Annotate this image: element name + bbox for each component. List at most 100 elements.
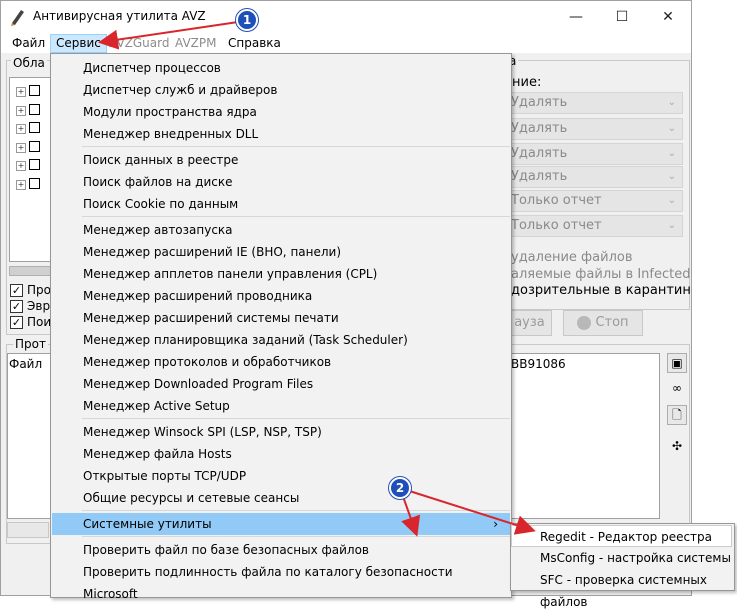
- chevron-down-icon: ⌄: [667, 171, 676, 182]
- menu-item[interactable]: Модули пространства ядра: [52, 101, 510, 123]
- menu-item-system-utilities[interactable]: Системные утилиты ›: [52, 513, 510, 535]
- combo-value: Только отчет: [511, 218, 602, 233]
- step-badge-1: 1: [236, 9, 258, 31]
- menu-separator: [82, 418, 510, 419]
- submenu-item-sfc[interactable]: SFC - проверка системных файлов: [512, 569, 733, 609]
- checkbox-icon[interactable]: ✓: [10, 300, 23, 313]
- horizontal-scrollbar[interactable]: [9, 266, 54, 276]
- combo-value: Удалять: [511, 121, 568, 136]
- menu-item[interactable]: Менеджер внедренных DLL: [52, 123, 510, 145]
- combo-value: Только отчет: [511, 193, 602, 208]
- protocol-label: Прот: [13, 337, 48, 351]
- action-combo[interactable]: Удалять ⌄: [505, 166, 683, 188]
- expand-icon[interactable]: +: [16, 180, 26, 190]
- menu-item[interactable]: Менеджер протоколов и обработчиков: [52, 351, 510, 373]
- drive-tree[interactable]: + + + + + +: [9, 77, 54, 262]
- menu-avzpm[interactable]: AVZPM: [170, 34, 221, 53]
- combo-value: Удалять: [511, 146, 568, 161]
- tree-checkbox[interactable]: [29, 104, 40, 115]
- menu-item[interactable]: Поиск Cookie по данным: [52, 193, 510, 215]
- menu-item[interactable]: Менеджер Active Setup: [52, 395, 510, 417]
- menu-item[interactable]: Диспетчер служб и драйверов: [52, 79, 510, 101]
- option-label: Эвр: [27, 299, 51, 313]
- window-title: Антивирусная утилита AVZ: [33, 9, 206, 23]
- action-label: ние:: [512, 75, 542, 90]
- tree-checkbox[interactable]: [29, 159, 40, 170]
- menu-service[interactable]: Сервис: [50, 34, 107, 53]
- checkbox-icon[interactable]: ✓: [10, 316, 23, 329]
- step-badge-2: 2: [389, 477, 411, 499]
- menu-avzguard[interactable]: AVZGuard: [104, 34, 174, 53]
- log-text: BB91086: [511, 357, 566, 371]
- menu-item[interactable]: Проверить подлинность файла по каталогу …: [52, 561, 510, 601]
- network-button[interactable]: ✣: [667, 437, 687, 457]
- pause-button[interactable]: ауза: [507, 310, 552, 336]
- menu-bar: Файл Сервис AVZGuard AVZPM Справка: [1, 34, 691, 53]
- menu-item[interactable]: Общие ресурсы и сетевые сеансы: [52, 487, 510, 509]
- chevron-down-icon: ⌄: [667, 220, 676, 231]
- option-text[interactable]: дозрительные в карантин: [511, 283, 691, 298]
- file-label: Файл: [9, 357, 43, 371]
- system-utilities-submenu: Regedit - Редактор реестра MsConfig - на…: [510, 523, 735, 609]
- chevron-down-icon: ⌄: [667, 148, 676, 159]
- maximize-button[interactable]: ☐: [599, 1, 645, 33]
- menu-item[interactable]: Открытые порты TCP/UDP: [52, 465, 510, 487]
- chevron-down-icon: ⌄: [667, 97, 676, 108]
- app-icon: [11, 10, 24, 26]
- option-label: Пои: [27, 315, 52, 329]
- action-combo[interactable]: Удалять ⌄: [505, 92, 683, 114]
- action-combo[interactable]: Удалять ⌄: [505, 118, 683, 140]
- menu-item[interactable]: Поиск файлов на диске: [52, 171, 510, 193]
- menu-item[interactable]: Поиск данных в реестре: [52, 149, 510, 171]
- expand-icon[interactable]: +: [16, 106, 26, 116]
- service-dropdown-menu: Диспетчер процессов Диспетчер служб и дра…: [50, 53, 512, 601]
- menu-item[interactable]: Менеджер Winsock SPI (LSP, NSP, TSP): [52, 421, 510, 443]
- tree-checkbox[interactable]: [29, 178, 40, 189]
- expand-icon[interactable]: +: [16, 87, 26, 97]
- minimize-button[interactable]: —: [553, 1, 599, 33]
- chevron-down-icon: ⌄: [667, 195, 676, 206]
- menu-item[interactable]: Менеджер расширений IE (BHO, панели): [52, 241, 510, 263]
- menu-item[interactable]: Проверить файл по базе безопасных файлов: [52, 539, 510, 561]
- document-icon: 🗋: [672, 408, 682, 422]
- menu-item[interactable]: Менеджер планировщика заданий (Task Sche…: [52, 329, 510, 351]
- option-label: Про: [27, 283, 51, 297]
- option-text[interactable]: аляемые файлы в Infected: [511, 267, 690, 282]
- new-doc-button[interactable]: 🗋: [667, 405, 687, 425]
- menu-separator: [82, 510, 510, 511]
- action-combo[interactable]: Только отчет ⌄: [505, 190, 683, 212]
- expand-icon[interactable]: +: [16, 143, 26, 153]
- checkbox-icon[interactable]: ✓: [10, 284, 23, 297]
- option-text[interactable]: удаление файлов: [511, 250, 633, 265]
- menu-item[interactable]: Менеджер автозапуска: [52, 219, 510, 241]
- tree-checkbox[interactable]: [29, 85, 40, 96]
- glasses-button[interactable]: ∞: [667, 379, 687, 399]
- log-scrollbar[interactable]: [7, 522, 49, 538]
- action-combo[interactable]: Удалять ⌄: [505, 143, 683, 165]
- menu-separator: [82, 146, 510, 147]
- menu-item[interactable]: Менеджер файла Hosts: [52, 443, 510, 465]
- menu-item[interactable]: Диспетчер процессов: [52, 57, 510, 79]
- stop-button[interactable]: Стоп: [563, 310, 643, 336]
- tree-checkbox[interactable]: [29, 141, 40, 152]
- menu-item[interactable]: Менеджер Downloaded Program Files: [52, 373, 510, 395]
- menu-help[interactable]: Справка: [223, 34, 286, 53]
- expand-icon[interactable]: +: [16, 161, 26, 171]
- tree-checkbox[interactable]: [29, 122, 40, 133]
- combo-value: Удалять: [511, 169, 568, 184]
- action-combo[interactable]: Только отчет ⌄: [505, 215, 683, 237]
- menu-file[interactable]: Файл: [7, 34, 50, 53]
- combo-value: Удалять: [511, 95, 568, 110]
- menu-separator: [82, 216, 510, 217]
- submenu-item-regedit[interactable]: Regedit - Редактор реестра: [511, 525, 732, 547]
- menu-item[interactable]: Менеджер расширений проводника: [52, 285, 510, 307]
- menu-item[interactable]: Менеджер апплетов панели управления (CPL…: [52, 263, 510, 285]
- submenu-item-msconfig[interactable]: MsConfig - настройка системы: [512, 547, 733, 569]
- stop-icon: [577, 315, 592, 330]
- close-button[interactable]: ✕: [645, 1, 691, 33]
- scan-area-label: Обла: [11, 56, 47, 70]
- menu-item[interactable]: Менеджер расширений системы печати: [52, 307, 510, 329]
- chevron-right-icon: ›: [493, 517, 498, 531]
- expand-icon[interactable]: +: [16, 124, 26, 134]
- save-log-button[interactable]: ▣: [667, 353, 687, 373]
